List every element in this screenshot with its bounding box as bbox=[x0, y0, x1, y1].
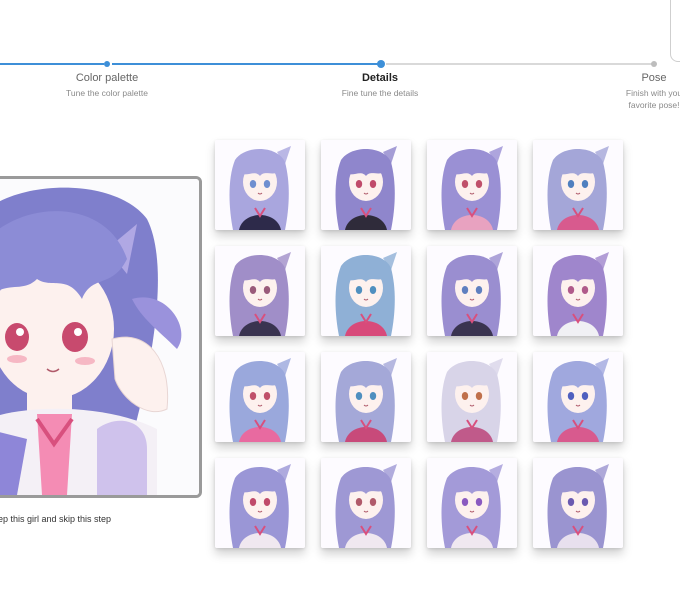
character-thumbnail-image bbox=[533, 140, 623, 230]
character-variation-thumbnail[interactable] bbox=[427, 140, 517, 230]
character-variation-thumbnail[interactable] bbox=[321, 140, 411, 230]
step-connector-done bbox=[0, 63, 104, 65]
step-subtitle-details: Fine tune the details bbox=[341, 88, 419, 98]
character-thumbnail-image bbox=[321, 352, 411, 442]
character-variation-thumbnail[interactable] bbox=[321, 352, 411, 442]
progress-stepper: Color palette Tune the color palette Det… bbox=[0, 0, 680, 120]
character-variation-thumbnail[interactable] bbox=[533, 140, 623, 230]
character-variation-thumbnail[interactable] bbox=[215, 140, 305, 230]
character-variation-thumbnail[interactable] bbox=[427, 458, 517, 548]
character-thumbnail-image bbox=[215, 140, 305, 230]
character-thumbnail-image bbox=[427, 246, 517, 336]
character-thumbnail-image bbox=[215, 246, 305, 336]
character-thumbnail-image bbox=[321, 246, 411, 336]
character-portrait-image bbox=[0, 179, 199, 495]
step-dot-color-palette[interactable] bbox=[104, 61, 110, 67]
character-thumbnail-image bbox=[215, 458, 305, 548]
step-connector-done bbox=[112, 63, 378, 65]
character-variation-thumbnail[interactable] bbox=[533, 246, 623, 336]
character-thumbnail-image bbox=[427, 458, 517, 548]
character-thumbnail-image bbox=[321, 458, 411, 548]
step-subtitle-pose-line2: favorite pose! bbox=[628, 100, 680, 110]
step-dot-details[interactable] bbox=[377, 60, 385, 68]
step-subtitle-color-palette: Tune the color palette bbox=[66, 88, 148, 98]
character-variation-thumbnail[interactable] bbox=[427, 246, 517, 336]
step-subtitle-pose: Finish with you favorite pose! bbox=[614, 87, 680, 111]
step-title-color-palette[interactable]: Color palette bbox=[76, 72, 138, 84]
character-thumbnail-image bbox=[427, 140, 517, 230]
step-connector-todo bbox=[386, 63, 652, 65]
keep-character-skip-step-text[interactable]: ep this girl and skip this step bbox=[0, 514, 111, 524]
character-variation-thumbnail[interactable] bbox=[215, 246, 305, 336]
step-title-pose[interactable]: Pose bbox=[641, 72, 666, 84]
character-thumbnail-image bbox=[427, 352, 517, 442]
character-variation-thumbnail[interactable] bbox=[533, 352, 623, 442]
step-title-details[interactable]: Details bbox=[362, 72, 398, 84]
character-thumbnail-image bbox=[215, 352, 305, 442]
character-thumbnail-image bbox=[533, 246, 623, 336]
character-variation-thumbnail[interactable] bbox=[321, 246, 411, 336]
character-thumbnail-image bbox=[533, 458, 623, 548]
step-subtitle-pose-line1: Finish with you bbox=[625, 88, 680, 98]
character-thumbnail-image bbox=[533, 352, 623, 442]
character-variation-thumbnail[interactable] bbox=[215, 352, 305, 442]
step-dot-pose[interactable] bbox=[651, 61, 657, 67]
selected-character-preview[interactable] bbox=[0, 176, 202, 498]
character-variation-thumbnail[interactable] bbox=[533, 458, 623, 548]
character-variation-thumbnail[interactable] bbox=[215, 458, 305, 548]
character-variation-thumbnail[interactable] bbox=[427, 352, 517, 442]
character-thumbnail-image bbox=[321, 140, 411, 230]
character-variation-thumbnail[interactable] bbox=[321, 458, 411, 548]
